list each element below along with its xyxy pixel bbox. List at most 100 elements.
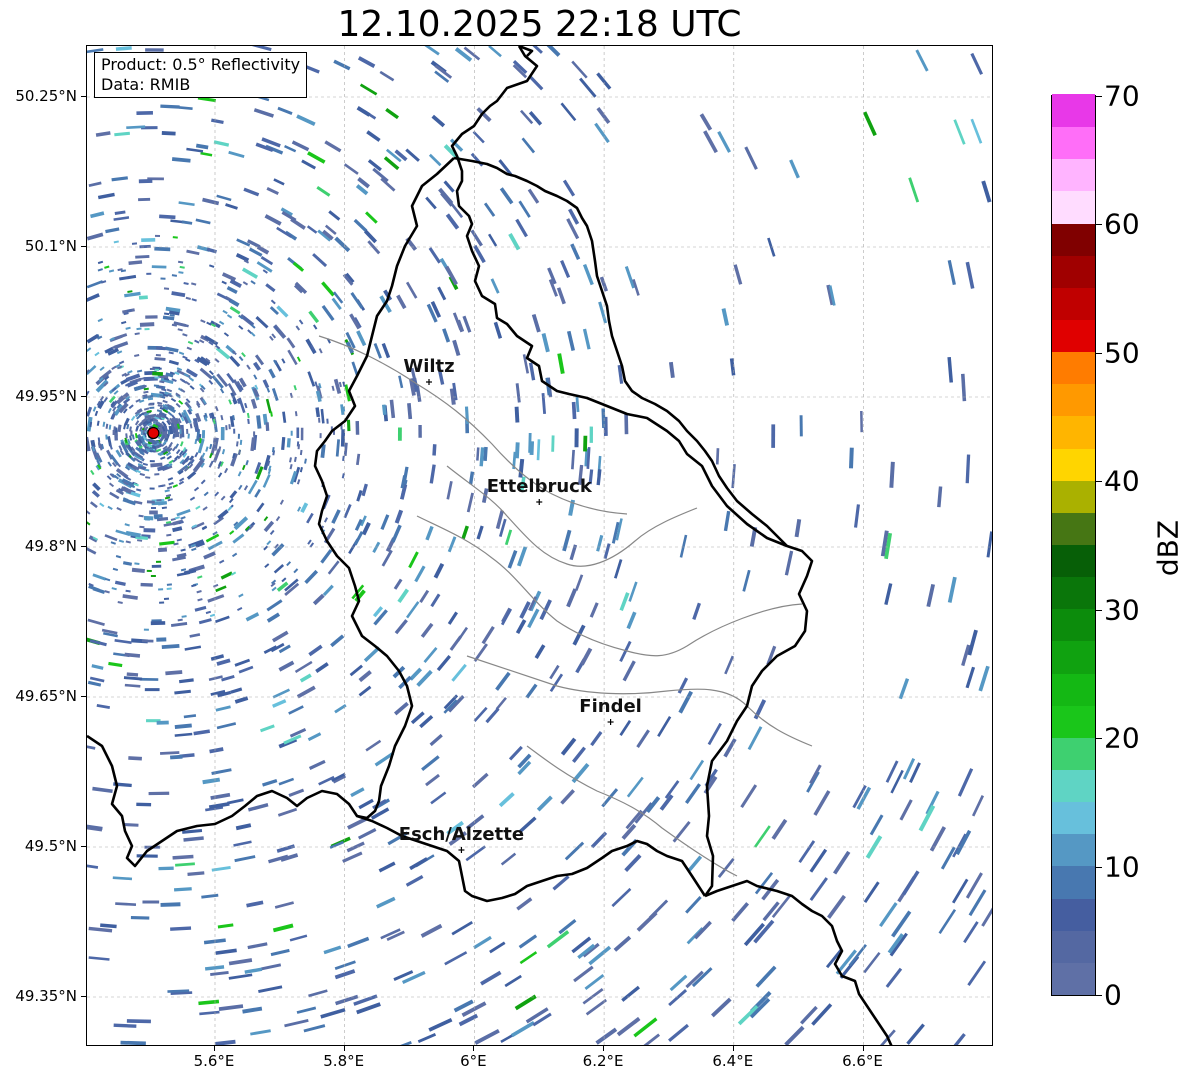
echo-cell [489,941,506,954]
echo-cell [160,902,181,907]
echo-cell [425,525,434,541]
echo-cell [262,379,270,389]
echo-cell [124,683,141,688]
echo-cell [452,339,461,357]
lat-tick [81,846,86,847]
echo-cell [110,541,116,545]
echo-cell [105,423,109,429]
echo-cell [179,106,193,111]
echo-cell [139,244,151,249]
echo-cell [425,196,437,210]
echo-cell [451,921,473,936]
echo-cell [393,578,403,590]
echo-cell [237,471,242,477]
echo-cell [301,159,316,170]
echo-cell [394,149,408,162]
echo-cell [379,70,395,82]
echo-cell [115,46,132,51]
echo-cell [423,647,438,663]
echo-cell [320,549,333,564]
echo-cell [583,435,588,452]
echo-cell [227,506,233,512]
echo-cell [724,655,735,675]
echo-cell [918,804,936,832]
echo-cell [541,392,547,415]
echo-cell [220,495,226,501]
echo-cell [125,326,131,330]
colorbar-segment [1052,897,1095,931]
echo-cell [771,424,776,448]
echo-cell [679,534,688,558]
echo-cell [154,517,160,520]
echo-cell [231,552,238,558]
echo-cell [312,593,325,606]
echo-cell [430,593,441,608]
echo-cell [234,696,249,704]
echo-cell [711,997,732,1018]
echo-cell [123,424,127,430]
echo-cell [357,828,377,840]
echo-cell [135,254,150,259]
echo-cell [109,491,120,500]
colorbar-tick [1096,481,1102,483]
echo-cell [853,504,861,528]
echo-cell [174,887,192,892]
radar-map[interactable]: Wiltz Ettelbruck Findel Esch/Alzette [86,45,993,1046]
echo-cell [145,476,151,479]
echo-cell [170,397,177,403]
echo-cell [139,472,145,477]
echo-cell [186,147,204,153]
echo-cell [357,56,376,69]
colorbar-tick [1096,352,1102,354]
echo-cell [889,461,895,488]
colorbar-segment [1052,705,1095,738]
echo-cell [244,402,248,409]
echo-cell [330,634,345,648]
echo-cell [908,177,920,203]
echo-cell [827,894,846,919]
echo-cell [213,140,230,147]
colorbar-segment [1052,576,1095,610]
echo-cell [185,296,191,300]
echo-cell [742,569,751,592]
echo-cell [136,802,152,807]
echo-cell [172,526,183,533]
echo-cell [470,229,483,247]
echo-cell [144,327,150,331]
echo-cell [163,287,170,290]
echo-cell [208,675,223,681]
echo-cell [159,540,175,546]
echo-cell [899,799,913,821]
echo-cell [596,534,604,552]
echo-cell [134,562,140,566]
echo-cell [238,665,254,674]
echo-cell [160,104,180,109]
echo-cell [373,609,388,626]
echo-cell [508,232,521,251]
echo-cell [234,658,251,667]
echo-cell [596,469,602,486]
lon-tick-label: 5.6°E [193,1052,235,1070]
echo-cell [498,792,515,808]
echo-cell [327,560,340,575]
lon-tick [732,1046,734,1051]
echo-cell [483,202,496,217]
lat-tick-label: 49.65°N [15,687,77,705]
echo-cell [446,481,453,500]
echo-cell [449,201,464,219]
echo-cell [209,613,216,618]
echo-cell [436,655,452,672]
echo-cell [500,608,513,626]
echo-cell [322,584,334,597]
echo-cell [414,565,426,583]
echo-cell [92,786,113,794]
echo-cell [88,181,102,188]
echo-cell [473,935,492,950]
echo-cell [517,546,528,567]
echo-cell [306,512,314,524]
echo-cell [417,1032,437,1044]
echo-cell [300,502,309,513]
echo-cell [266,612,281,623]
echo-cell [87,680,102,687]
echo-cell [194,605,207,612]
